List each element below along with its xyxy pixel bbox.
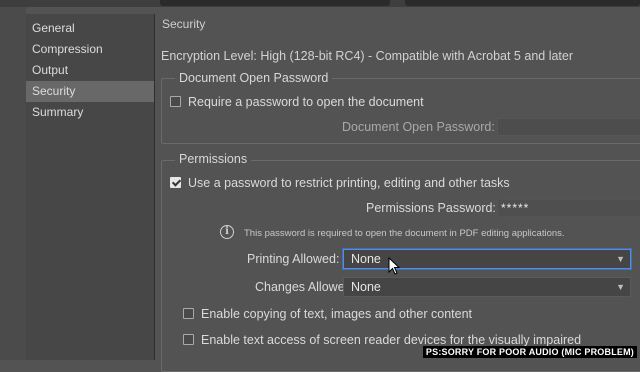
enable-copying-checkbox[interactable] [183,308,194,319]
restrict-permissions-label: Use a password to restrict printing, edi… [188,176,510,190]
require-open-password-checkbox[interactable] [170,96,181,107]
changes-allowed-value: None [351,280,381,294]
permissions-note: This password is required to open the do… [244,228,565,239]
panel-heading: Security [162,17,206,31]
open-password-field-label: Document Open Password: [342,120,495,134]
overlay-caption: PS:SORRY FOR POOR AUDIO (MIC PROBLEM) [422,346,637,358]
top-tab[interactable] [405,0,640,6]
left-edge [0,7,26,360]
sidebar-item-compression[interactable]: Compression [26,39,154,60]
info-circle-icon: i [220,225,234,239]
enable-screen-reader-label: Enable text access of screen reader devi… [201,333,582,347]
printing-allowed-value: None [351,252,381,266]
changes-allowed-label: Changes Allowed: [255,280,356,294]
printing-allowed-label: Printing Allowed: [247,252,340,266]
permissions-password-value: ***** [501,201,530,215]
permissions-password-input[interactable]: ***** [497,199,640,217]
sidebar-item-output[interactable]: Output [26,60,154,81]
top-strip [0,0,640,7]
permissions-legend: Permissions [175,152,252,166]
sidebar: General Compression Output Security Summ… [26,14,155,360]
open-password-legend: Document Open Password [175,71,333,85]
permissions-password-label: Permissions Password: [366,201,496,215]
encryption-level-text: Encryption Level: High (128-bit RC4) - C… [161,49,574,63]
top-tab[interactable] [160,0,390,6]
mouse-cursor-icon [388,257,400,275]
require-open-password-label: Require a password to open the document [188,95,424,109]
changes-allowed-select[interactable]: None ▼ [343,277,631,297]
enable-screen-reader-checkbox[interactable] [183,334,194,345]
sidebar-item-summary[interactable]: Summary [26,102,154,123]
chevron-down-icon: ▼ [616,254,625,264]
chevron-down-icon: ▼ [616,282,625,292]
enable-copying-label: Enable copying of text, images and other… [201,307,473,321]
printing-allowed-select[interactable]: None ▼ [343,249,631,269]
sidebar-item-general[interactable]: General [26,18,154,39]
sidebar-item-security[interactable]: Security [26,81,154,102]
open-password-input[interactable] [497,118,640,136]
restrict-permissions-checkbox[interactable] [170,177,181,188]
